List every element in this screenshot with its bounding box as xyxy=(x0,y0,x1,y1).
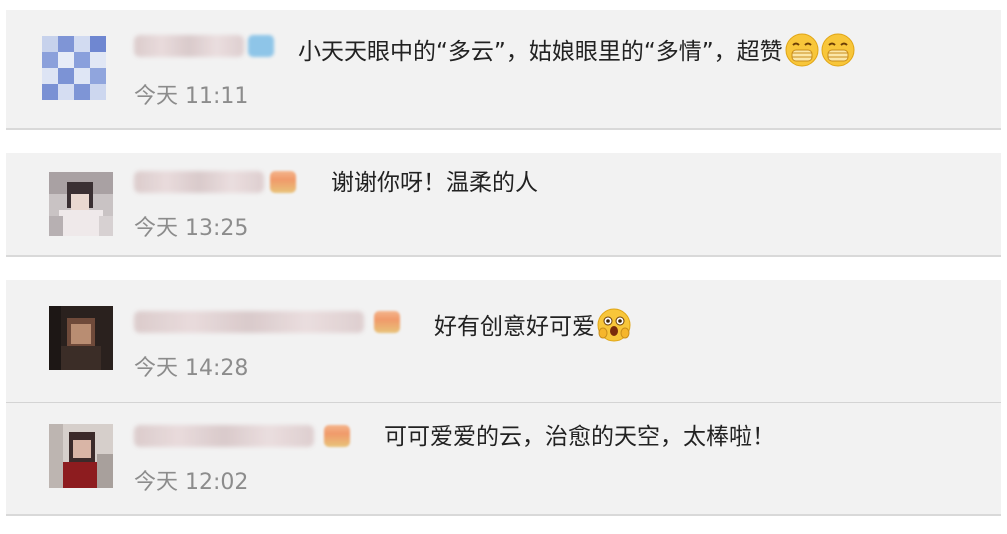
avatar[interactable] xyxy=(49,172,113,236)
username-blurred[interactable] xyxy=(134,425,314,447)
comment-time: 今天 13:25 xyxy=(134,216,249,241)
comment-text: 谢谢你呀！温柔的人 xyxy=(331,168,538,198)
thread-divider xyxy=(6,402,1001,403)
comment-text-content: 好有创意好可爱 xyxy=(434,314,595,340)
avatar[interactable] xyxy=(42,36,106,100)
card-divider xyxy=(6,255,1001,257)
card-divider xyxy=(6,128,1001,130)
mask-face-emoji-icon xyxy=(785,33,819,67)
comment-text-content: 谢谢你呀！温柔的人 xyxy=(331,170,538,196)
username-blurred[interactable] xyxy=(134,35,244,57)
avatar[interactable] xyxy=(49,306,113,370)
comment-text-content: 可可爱爱的云，治愈的天空，太棒啦！ xyxy=(384,424,775,450)
username-blurred[interactable] xyxy=(134,311,364,333)
comment-time: 今天 14:28 xyxy=(134,356,249,381)
comment-time: 今天 11:11 xyxy=(134,84,249,109)
comment-text: 好有创意好可爱 xyxy=(434,308,631,342)
blue-v-badge-icon xyxy=(248,35,274,57)
level-crown-badge-icon xyxy=(270,171,296,193)
comment-text: 可可爱爱的云，治愈的天空，太棒啦！ xyxy=(384,422,775,452)
level-crown-badge-icon xyxy=(324,425,350,447)
comment-text: 小天天眼中的“多云”，姑娘眼里的“多情”，超赞 xyxy=(298,33,855,67)
comment-card xyxy=(6,10,1001,130)
username-blurred[interactable] xyxy=(134,171,264,193)
card-divider xyxy=(6,514,1001,516)
shocked-face-emoji-icon xyxy=(597,308,631,342)
comment-text-content: 小天天眼中的“多云”，姑娘眼里的“多情”，超赞 xyxy=(298,39,783,65)
avatar[interactable] xyxy=(49,424,113,488)
level-crown-badge-icon xyxy=(374,311,400,333)
comment-time: 今天 12:02 xyxy=(134,470,249,495)
mask-face-emoji-icon xyxy=(821,33,855,67)
